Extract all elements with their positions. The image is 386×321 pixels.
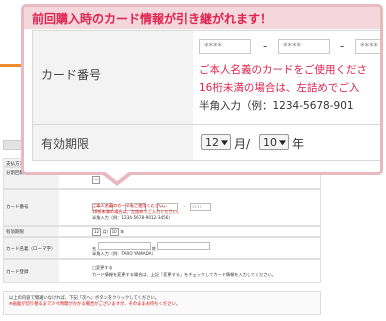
card-number-label: カード番号 xyxy=(4,190,59,225)
popup-expiry-row: 有効期限 12 月/ 10 年 xyxy=(32,124,380,161)
card-note-format: 半角入力（例：1234-5678-9012-3456） xyxy=(92,215,173,220)
footer-line-2: ※画面が切り替るまで少々時間がかかる場合がございますが、そのままお待ちください。 xyxy=(9,302,181,307)
popup-tail-inner xyxy=(104,171,130,181)
popup-expiry-year-select[interactable]: 10 xyxy=(259,134,289,150)
card-number-row: カード番号 **** - **** - **** - 3147 ご本人名義のカー… xyxy=(3,189,321,226)
expiry-month-select[interactable]: 12 xyxy=(92,228,102,236)
popup-note-red-1: ご本人名義のカードをご使用くださ xyxy=(199,64,367,76)
expiry-label: 有効期限 xyxy=(4,227,59,236)
popup-note-red-2: 16桁未満の場合は、左詰めでご入 xyxy=(199,82,360,94)
card-register-note: カード情報を変更する場合は、上記「変更する」をチェックしてカード情報を入力してく… xyxy=(92,272,276,277)
popup-card-field-2[interactable]: **** xyxy=(278,39,330,54)
footer-notice: 以上の内容で間違いなければ、下記「次へ」ボタンをクリックしてください。 ※画面が… xyxy=(3,291,321,315)
page: 支払方法 一括払い 分割回数 --- カード番号 **** - **** - *… xyxy=(0,0,386,321)
expiry-row: 有効期限 12 月/ 10 年 xyxy=(3,226,321,237)
cardholder-row: カード名義（ローマ字） 名 姓 半角入力（例：TARO YAMADA） xyxy=(3,237,321,259)
cardholder-note: 半角入力（例：TARO YAMADA） xyxy=(92,251,156,256)
popup-expiry-label: 有効期限 xyxy=(33,125,193,160)
change-checkbox[interactable]: □変更する xyxy=(92,265,113,271)
popup-note-format: 半角入力（例：1234-5678-901 xyxy=(199,100,354,112)
popup-title: 前回購入時のカード情報が引き継がれます！ xyxy=(32,12,273,26)
card-register-label: カード登録 xyxy=(4,260,59,282)
cardholder-label: カード名義（ローマ字） xyxy=(4,238,59,258)
first-name-input[interactable] xyxy=(97,242,151,250)
last-name-input[interactable] xyxy=(157,242,211,250)
card-field-4[interactable]: 3147 xyxy=(190,203,212,211)
expiry-selects: 12 月/ 10 年 xyxy=(92,228,125,236)
popup-card-row: カード番号 **** - **** - **** ご本人名義のカードをご使用くだ… xyxy=(32,30,380,125)
popup-card-label: カード番号 xyxy=(33,31,193,124)
chevron-down-icon xyxy=(279,140,286,146)
expiry-year-select[interactable]: 10 xyxy=(109,228,119,236)
popup-expiry-month-select[interactable]: 12 xyxy=(201,134,231,150)
chevron-down-icon xyxy=(221,140,228,146)
card-register-row: カード登録 □変更する カード情報を変更する場合は、上記「変更する」をチェックし… xyxy=(3,259,321,283)
popup-card-field-3[interactable]: **** xyxy=(355,39,380,54)
info-popup: 前回購入時のカード情報が引き継がれます！ カード番号 **** - **** -… xyxy=(21,4,383,175)
popup-card-field-1[interactable]: **** xyxy=(199,39,251,54)
